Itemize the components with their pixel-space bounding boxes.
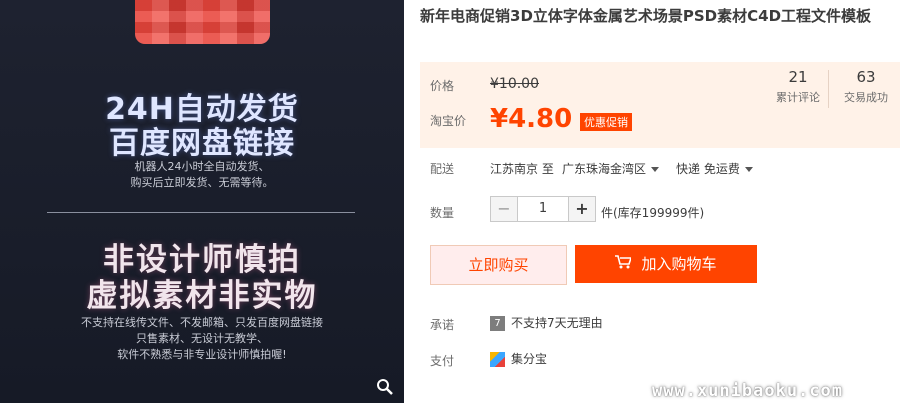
stat-divider — [828, 70, 829, 108]
cart-icon — [615, 246, 633, 284]
product-info: 新年电商促销3D立体字体金属艺术场景PSD素材C4D工程文件模板 价格 ¥10.… — [420, 0, 907, 403]
ship-to-select[interactable]: 广东珠海金湾区 — [562, 160, 660, 177]
ship-method-select[interactable]: 快递 免运费 — [676, 160, 753, 177]
product-title: 新年电商促销3D立体字体金属艺术场景PSD素材C4D工程文件模板 — [420, 7, 872, 25]
reviews-label: 累计评论 — [776, 91, 820, 104]
watermark: www.xunibaoku.com — [652, 381, 843, 401]
warning-note-2: 只售素材、无设计无教学、 — [136, 332, 268, 345]
delivery-note-1: 机器人24小时全自动发货、 — [134, 160, 270, 173]
quantity-stepper: − 1 + — [490, 196, 596, 222]
seven-day-icon: 7 — [490, 316, 505, 331]
payment-label: 支付 — [430, 354, 455, 368]
chevron-down-icon — [744, 167, 753, 172]
payment-text: 集分宝 — [511, 352, 548, 366]
promo-price-label: 淘宝价 — [430, 114, 467, 128]
quantity-input[interactable]: 1 — [518, 196, 568, 222]
reviews-count: 21 — [788, 68, 808, 86]
sales-stat: 63 交易成功 — [838, 68, 894, 105]
promo-badge: 优惠促销 — [580, 113, 632, 131]
promo-price: ¥4.80 — [490, 104, 573, 134]
ship-from: 江苏南京 至 — [490, 162, 554, 176]
ship-method-text: 快递 免运费 — [676, 162, 740, 176]
reviews-stat[interactable]: 21 累计评论 — [772, 68, 824, 105]
promise-label: 承诺 — [430, 318, 455, 332]
add-to-cart-label: 加入购物车 — [641, 255, 717, 273]
promise-text: 不支持7天无理由 — [511, 316, 603, 330]
price-box: 价格 ¥10.00 淘宝价 ¥4.80 优惠促销 21 累计评论 63 交易成功 — [420, 62, 900, 148]
add-to-cart-button[interactable]: 加入购物车 — [575, 245, 757, 283]
warning-note-3: 软件不熟悉与非专业设计师慎拍喔! — [117, 348, 287, 361]
headline-baidu-link: 百度网盘链接 — [109, 126, 295, 161]
quantity-label: 数量 — [430, 206, 455, 220]
product-image[interactable]: 24H自动发货 百度网盘链接 机器人24小时全自动发货、 购买后立即发货、无需等… — [0, 0, 404, 403]
pixelated-logo — [135, 0, 270, 44]
warning-note-1: 不支持在线传文件、不发邮箱、只发百度网盘链接 — [81, 316, 323, 329]
image-divider — [47, 212, 355, 213]
sales-label: 交易成功 — [844, 91, 888, 104]
zoom-icon[interactable] — [376, 378, 394, 396]
chevron-down-icon — [651, 167, 660, 172]
original-price: ¥10.00 — [490, 76, 539, 92]
stock-text: 件(库存199999件) — [601, 206, 705, 220]
jifenbao-icon — [490, 352, 505, 367]
quantity-decrement-button[interactable]: − — [490, 196, 518, 222]
promise-item[interactable]: 7 不支持7天无理由 — [490, 314, 603, 331]
payment-item[interactable]: 集分宝 — [490, 350, 547, 367]
ship-to-text: 广东珠海金湾区 — [562, 162, 647, 176]
shipping-label: 配送 — [430, 162, 455, 176]
headline-virtual: 虚拟素材非实物 — [86, 278, 318, 314]
delivery-note-2: 购买后立即发货、无需等待。 — [130, 176, 274, 189]
price-label: 价格 — [430, 79, 455, 93]
sales-count: 63 — [856, 68, 876, 86]
quantity-increment-button[interactable]: + — [568, 196, 596, 222]
buy-now-button[interactable]: 立即购买 — [430, 245, 567, 285]
